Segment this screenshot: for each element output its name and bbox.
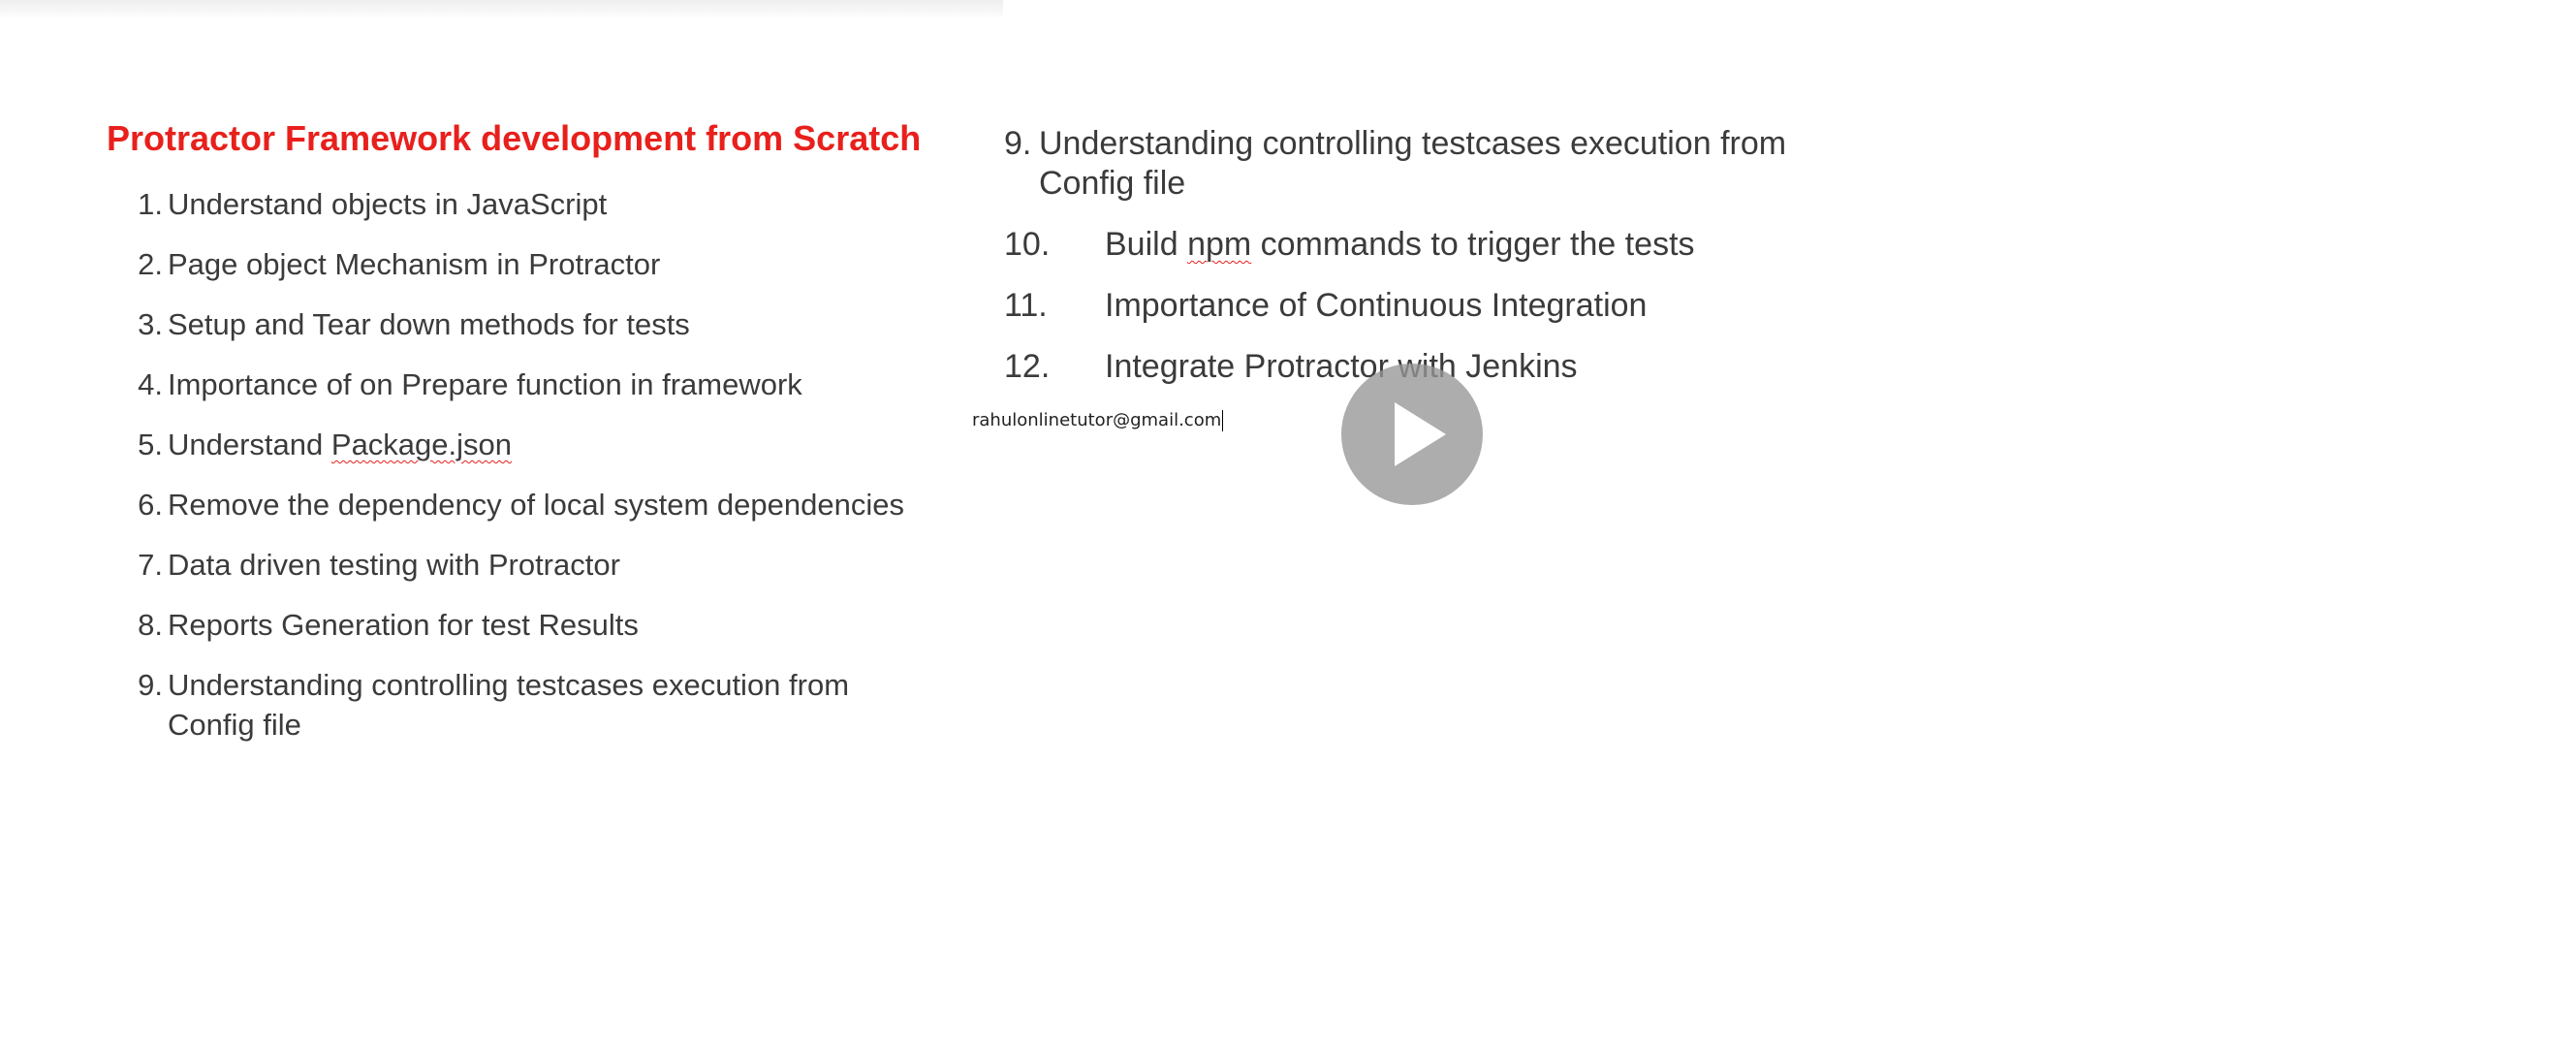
item-text: Understand Package.json xyxy=(134,425,909,464)
item-text-part: Understand objects in JavaScript xyxy=(168,187,608,221)
item-number: 5. xyxy=(138,428,163,461)
item-text: Page object Mechanism in Protractor xyxy=(134,244,909,284)
item-text-part: Page object Mechanism in Protractor xyxy=(168,247,661,281)
top-shadow xyxy=(0,0,1003,19)
play-button[interactable] xyxy=(1341,364,1483,505)
text-cursor xyxy=(1222,410,1224,431)
item-text-part: Reports Generation for test Results xyxy=(168,608,639,642)
item-text-part: Understanding controlling testcases exec… xyxy=(1039,125,1787,202)
item-text-part: Build xyxy=(1105,226,1188,263)
item-number: 1. xyxy=(138,187,163,221)
left-list-item: 9. Understanding controlling testcases ex… xyxy=(134,665,909,745)
item-text: Importance of Continuous Integration xyxy=(1004,286,1838,326)
item-number: 6. xyxy=(138,488,163,522)
left-list-item: 4. Importance of on Prepare function in f… xyxy=(134,365,909,404)
item-text-part: Setup and Tear down methods for tests xyxy=(168,307,690,341)
item-text: Build npm commands to trigger the tests xyxy=(1004,225,1838,265)
item-text: Importance of on Prepare function in fra… xyxy=(134,365,909,404)
item-text: Setup and Tear down methods for tests xyxy=(134,304,909,344)
right-list-item: 10. Build npm commands to trigger the tes… xyxy=(1004,225,1838,265)
left-list-item: 2. Page object Mechanism in Protractor xyxy=(134,244,909,284)
spellcheck-word: Package.json xyxy=(330,428,513,461)
left-list-item: 6. Remove the dependency of local system … xyxy=(134,485,909,524)
item-text: Understanding controlling testcases exec… xyxy=(134,665,909,745)
item-text-part: Understand xyxy=(168,428,331,461)
item-number: 7. xyxy=(138,548,163,582)
email-address: rahulonlinetutor@gmail.com xyxy=(972,410,1222,430)
right-list-item: 11. Importance of Continuous Integration xyxy=(1004,286,1838,326)
left-list-item: 5. Understand Package.json xyxy=(134,425,909,464)
item-number: 8. xyxy=(138,608,163,642)
item-text-part: Data driven testing with Protractor xyxy=(168,548,620,582)
item-number: 9. xyxy=(138,668,163,702)
item-text-part: Understanding controlling testcases exec… xyxy=(168,668,850,742)
right-list-item: 9. Understanding controlling testcases ex… xyxy=(1004,124,1838,204)
left-list-item: 1. Understand objects in JavaScript xyxy=(134,184,909,224)
left-topic-list: 1. Understand objects in JavaScript 2. Page… xyxy=(134,184,909,765)
item-text: Understanding controlling testcases exec… xyxy=(1004,124,1838,204)
item-number: 4. xyxy=(138,367,163,401)
item-text-part: Remove the dependency of local system de… xyxy=(168,488,904,522)
item-number: 10. xyxy=(1004,226,1051,263)
item-number: 9. xyxy=(1004,125,1032,162)
email-text: rahulonlinetutor@gmail.com xyxy=(972,410,1224,431)
item-text: Data driven testing with Protractor xyxy=(134,545,909,585)
slide-title: Protractor Framework development from Sc… xyxy=(107,118,922,158)
item-text-part: commands to trigger the tests xyxy=(1251,226,1695,263)
left-list-item: 8. Reports Generation for test Results xyxy=(134,605,909,645)
left-list-item: 3. Setup and Tear down methods for tests xyxy=(134,304,909,344)
item-text: Remove the dependency of local system de… xyxy=(134,485,909,524)
item-text: Understand objects in JavaScript xyxy=(134,184,909,224)
item-number: 2. xyxy=(138,247,163,281)
item-text-part: Importance of on Prepare function in fra… xyxy=(168,367,802,401)
item-text: Reports Generation for test Results xyxy=(134,605,909,645)
item-number: 3. xyxy=(138,307,163,341)
item-text-part: Importance of Continuous Integration xyxy=(1105,287,1648,324)
left-list-item: 7. Data driven testing with Protractor xyxy=(134,545,909,585)
item-number: 12. xyxy=(1004,348,1051,385)
spellcheck-word: npm xyxy=(1187,226,1252,263)
item-number: 11. xyxy=(1004,287,1048,324)
play-icon xyxy=(1395,402,1446,466)
